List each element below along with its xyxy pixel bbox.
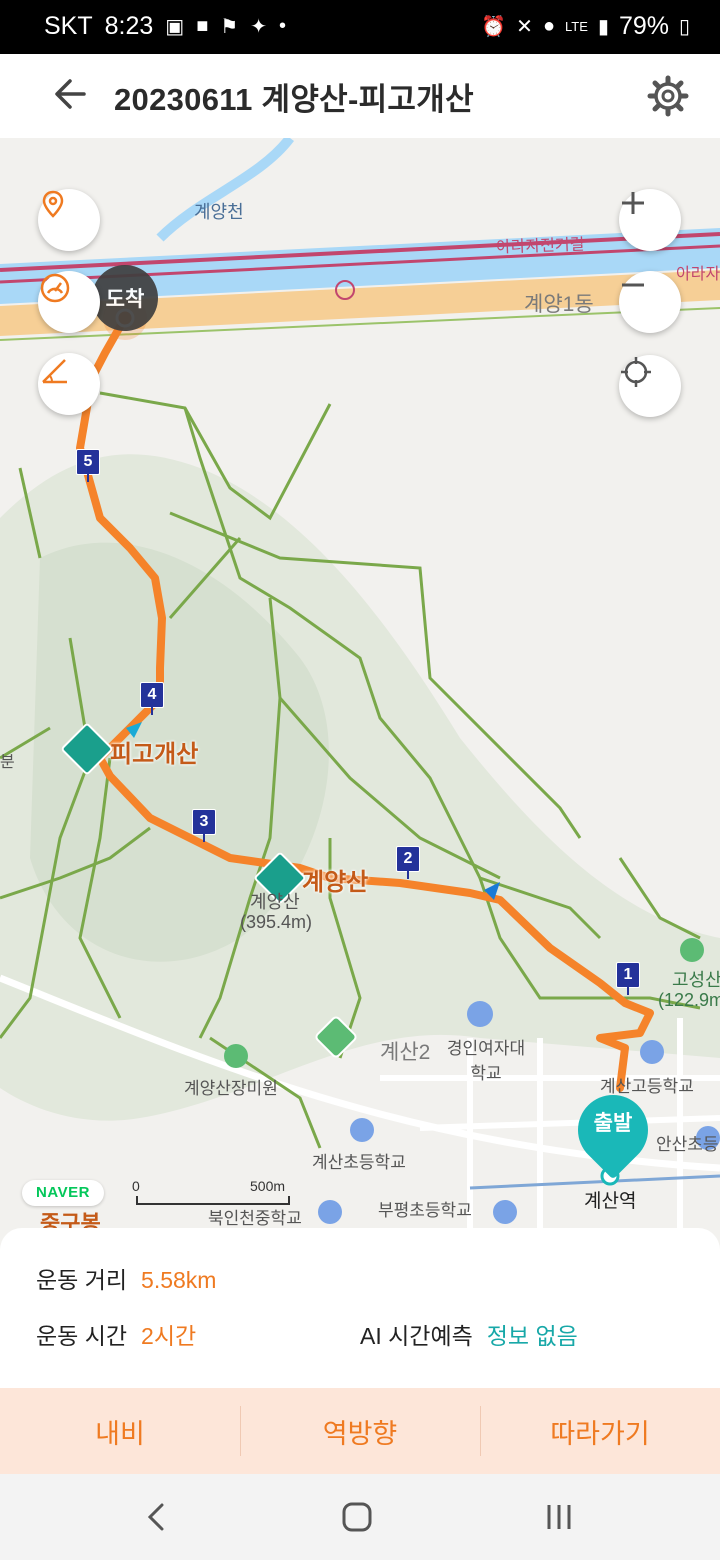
reverse-button[interactable]: 역방향 bbox=[240, 1388, 480, 1474]
park-icon bbox=[680, 938, 704, 962]
hiker-icon: ⚑ bbox=[220, 16, 239, 38]
distance-row: 운동 거리 5.58km bbox=[36, 1261, 216, 1295]
route-marker-3[interactable]: 3 bbox=[192, 809, 216, 842]
route-marker-5[interactable]: 5 bbox=[76, 449, 100, 482]
zoom-out-button[interactable] bbox=[619, 271, 681, 333]
park-icon bbox=[224, 1044, 248, 1068]
location-pin-icon bbox=[42, 190, 64, 218]
school-icon bbox=[640, 1040, 664, 1064]
zoom-out-icon bbox=[622, 283, 644, 287]
speedometer-icon bbox=[40, 273, 70, 303]
shoe-icon: ✦ bbox=[250, 16, 267, 38]
peak-sub-label: 계양산 bbox=[250, 892, 300, 912]
district-label: 계양1동 bbox=[524, 293, 594, 316]
slope-button[interactable] bbox=[38, 353, 100, 415]
school-label: 북인천중학교 bbox=[208, 1209, 302, 1228]
partial-label: 분 bbox=[0, 754, 15, 771]
map-view[interactable]: 계양천 아라자전거길 아라자 계양1동 계산2 경인여자대학교 고성산 (122… bbox=[0, 138, 720, 1230]
nav-back-icon[interactable] bbox=[140, 1500, 174, 1534]
school-icon bbox=[493, 1200, 517, 1224]
battery-text: 79% bbox=[618, 12, 669, 40]
scale-distance: 500m bbox=[250, 1178, 286, 1194]
my-location-button[interactable] bbox=[619, 355, 681, 417]
distance-value: 5.58km bbox=[141, 1267, 217, 1293]
school-icon bbox=[318, 1200, 342, 1224]
depart-label: 출발 bbox=[593, 1112, 633, 1135]
location-button[interactable] bbox=[38, 189, 100, 251]
gosung-label: 고성산 bbox=[672, 970, 720, 990]
district-label-2: 계산2 bbox=[380, 1041, 431, 1064]
peak-label-gyeyangsan[interactable]: 계양산 bbox=[302, 862, 368, 897]
station-label: 계산역 bbox=[584, 1191, 637, 1212]
ai-row: AI 시간예측 정보 없음 bbox=[360, 1317, 578, 1351]
gear-icon[interactable] bbox=[646, 74, 690, 118]
stream-label: 계양천 bbox=[194, 202, 244, 222]
school-icon bbox=[350, 1118, 374, 1142]
slope-icon bbox=[42, 359, 67, 384]
page-title: 20230611 계양산-피고개산 bbox=[114, 82, 474, 117]
school-icon bbox=[467, 1001, 493, 1027]
naver-logo: NAVER bbox=[22, 1180, 104, 1206]
nav-button[interactable]: 내비 bbox=[0, 1388, 240, 1474]
distance-label: 운동 거리 bbox=[36, 1267, 128, 1293]
status-bar: SKT 8:23 ▣ ■ ⚑ ✦ • ⏰ ✕ ● LTE ▮ 79% ▯ bbox=[0, 0, 720, 54]
location-icon: ● bbox=[542, 15, 556, 37]
school-label: 계산초등학교 bbox=[312, 1153, 406, 1172]
back-arrow-icon[interactable] bbox=[50, 72, 94, 116]
school-label: 안산초등 bbox=[656, 1135, 719, 1154]
arrive-badge[interactable]: 도착 bbox=[92, 265, 158, 331]
school-label: 계산고등학교 bbox=[600, 1077, 694, 1096]
ai-label: AI 시간예측 bbox=[360, 1323, 473, 1349]
zoom-in-icon bbox=[622, 192, 644, 214]
ai-value: 정보 없음 bbox=[486, 1323, 578, 1349]
app-bar: 20230611 계양산-피고개산 bbox=[0, 54, 720, 138]
crosshair-icon bbox=[621, 357, 651, 387]
folder-icon: ■ bbox=[196, 15, 209, 37]
partial-peak-label: 중구봉 bbox=[40, 1211, 101, 1230]
peak-elevation: (395.4m) bbox=[240, 912, 313, 932]
zoom-in-button[interactable] bbox=[619, 189, 681, 251]
carrier: SKT bbox=[44, 12, 93, 40]
garden-label: 계양산장미원 bbox=[184, 1079, 278, 1098]
nav-home-icon[interactable] bbox=[340, 1500, 374, 1534]
action-bar: 내비 역방향 따라가기 bbox=[0, 1388, 720, 1474]
university-label: 경인여자대학교 bbox=[446, 1039, 526, 1083]
stats-panel: 운동 거리 5.58km 운동 시간 2시간 AI 시간예측 정보 없음 bbox=[0, 1228, 720, 1390]
clock: 8:23 bbox=[104, 12, 154, 40]
time-row: 운동 시간 2시간 bbox=[36, 1317, 196, 1351]
time-label: 운동 시간 bbox=[36, 1323, 128, 1349]
follow-button[interactable]: 따라가기 bbox=[480, 1388, 720, 1474]
time-value: 2시간 bbox=[141, 1323, 197, 1349]
network-type: LTE bbox=[565, 19, 588, 34]
route-marker-2[interactable]: 2 bbox=[396, 846, 420, 879]
scale-zero: 0 bbox=[132, 1178, 140, 1194]
signal-icon: ▮ bbox=[597, 16, 609, 38]
dot-icon: • bbox=[279, 15, 287, 37]
nav-recents-icon[interactable] bbox=[542, 1500, 576, 1534]
radio-icon: ▣ bbox=[165, 16, 185, 38]
mute-icon: ✕ bbox=[516, 16, 533, 38]
peak-label-pigogaesan[interactable]: 피고개산 bbox=[110, 734, 198, 769]
bike-road-label: 아라자전거길 bbox=[495, 236, 585, 257]
gosung-elev: (122.9m bbox=[658, 990, 720, 1010]
speed-button[interactable] bbox=[38, 271, 100, 333]
system-nav-bar bbox=[0, 1474, 720, 1560]
school-label: 부평초등학교 bbox=[378, 1201, 472, 1220]
route-marker-4[interactable]: 4 bbox=[140, 682, 164, 715]
scale-bar bbox=[136, 1196, 290, 1205]
map-scale: 0 500m bbox=[132, 1178, 292, 1205]
battery-icon: ▯ bbox=[678, 16, 690, 38]
bike-road-label-2: 아라자 bbox=[676, 266, 720, 283]
route-marker-1[interactable]: 1 bbox=[616, 962, 640, 995]
alarm-icon: ⏰ bbox=[481, 16, 507, 38]
